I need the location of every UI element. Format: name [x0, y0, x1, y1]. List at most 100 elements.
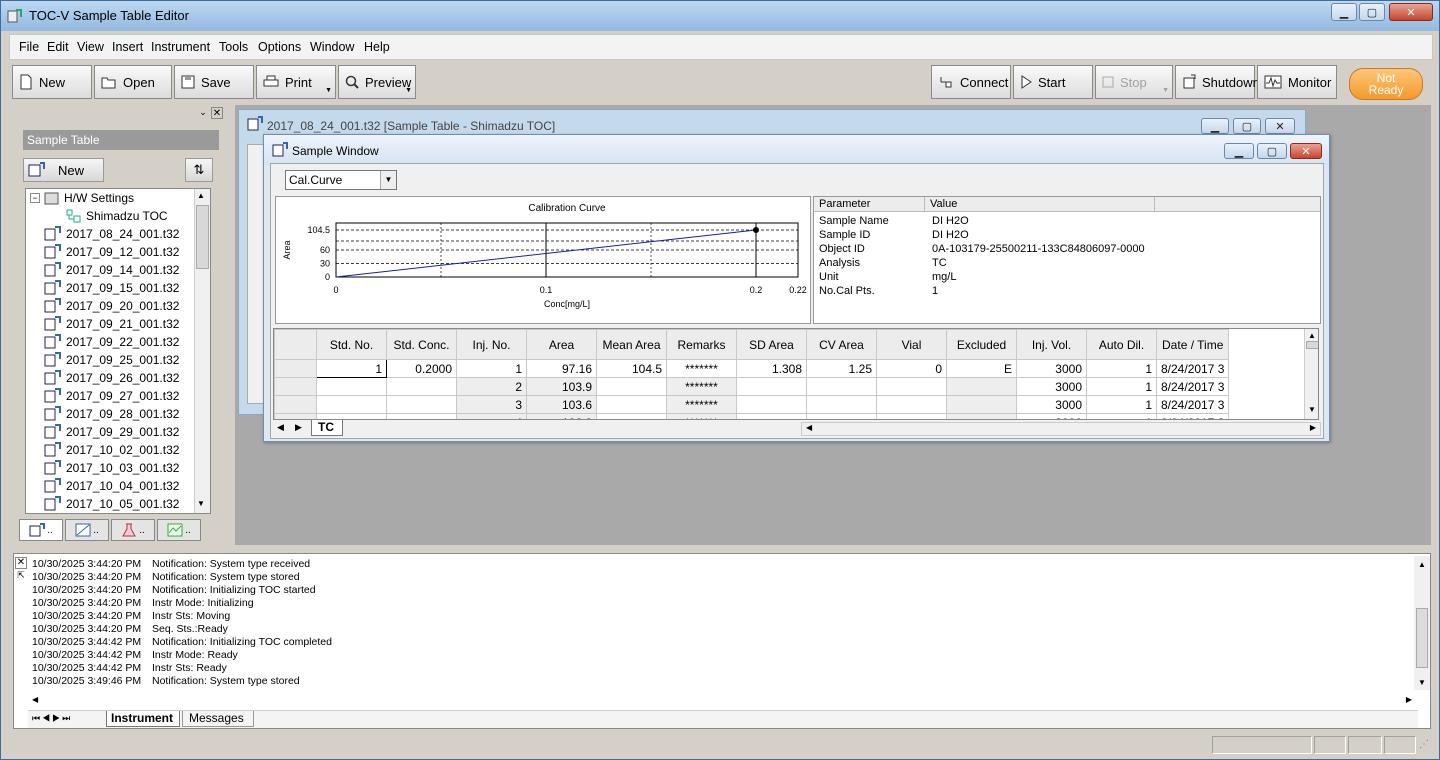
table-cell[interactable] [876, 395, 947, 414]
view-select[interactable]: Cal.Curve ▼ [285, 170, 397, 190]
scroll-down-icon[interactable]: ▼ [1418, 678, 1426, 687]
row-header[interactable] [274, 395, 317, 414]
table-row[interactable]: 2 103.9 ******* 3000 1 8/24/2017 3 [274, 377, 1230, 396]
menu-options[interactable]: Options [258, 40, 301, 54]
table-cell[interactable] [806, 395, 877, 414]
table-cell[interactable]: 3 [456, 395, 527, 414]
tree-item-hw-settings[interactable]: − H/W Settings [30, 189, 134, 207]
log-hscrollbar[interactable]: ◀ ▶ [28, 694, 1414, 708]
monitor-button[interactable]: Monitor [1257, 65, 1337, 99]
table-cell[interactable] [736, 395, 807, 414]
table-cell[interactable]: 1 [1086, 395, 1157, 414]
tab-scroll-left-icon[interactable]: ◀ [277, 422, 284, 433]
save-button[interactable]: Save [174, 65, 254, 99]
table-cell[interactable]: 3000 [1016, 359, 1087, 378]
tab-sample-tables[interactable]: .. [19, 519, 63, 541]
column-header[interactable]: Vial [876, 329, 947, 360]
maximize-button[interactable]: ▢ [1359, 3, 1385, 21]
scroll-right-icon[interactable]: ▶ [1406, 695, 1412, 704]
table-cell[interactable]: 3000 [1016, 377, 1087, 396]
table-cell[interactable] [876, 377, 947, 396]
tree-item-file[interactable]: 2017_09_29_001.t32 [44, 423, 179, 441]
tab-scroll-right-icon[interactable]: ▶ [295, 422, 302, 433]
scroll-left-icon[interactable]: ◀ [806, 423, 812, 432]
table-cell[interactable]: 8/24/2017 3 [1155, 377, 1230, 396]
table-cell[interactable]: 104.5 [596, 359, 667, 378]
grid-hscrollbar[interactable]: ◀ ▶ [801, 422, 1321, 436]
scroll-right-icon[interactable]: ▶ [1310, 423, 1316, 432]
log-tab-instrument[interactable]: Instrument [106, 711, 180, 727]
tree-item-file[interactable]: 2017_09_22_001.t32 [44, 333, 179, 351]
table-cell[interactable]: 8/24/2017 3 [1155, 395, 1230, 414]
tree-item-file[interactable]: 2017_09_14_001.t32 [44, 261, 179, 279]
column-header[interactable]: Date / Time [1155, 329, 1230, 360]
table-cell[interactable] [316, 395, 387, 414]
table-cell[interactable]: 1.308 [736, 359, 807, 378]
tree-item-file[interactable]: 2017_09_15_001.t32 [44, 279, 179, 297]
open-button[interactable]: Open [94, 65, 172, 99]
table-cell[interactable]: 103.6 [526, 395, 597, 414]
tree-item-file[interactable]: 2017_10_02_001.t32 [44, 441, 179, 459]
table-cell[interactable]: ******* [666, 395, 737, 414]
dropdown-arrow-icon[interactable]: ▼ [380, 171, 396, 189]
table-cell[interactable]: 0 [876, 359, 947, 378]
sample-window-close-button[interactable]: ✕ [1290, 143, 1322, 159]
tree-item-file[interactable]: 2017_09_12_001.t32 [44, 243, 179, 261]
tree-item-file[interactable]: 2017_10_05_001.t32 [44, 495, 179, 513]
column-header[interactable]: SD Area [736, 329, 807, 360]
tree-item-file[interactable]: 2017_10_03_001.t32 [44, 459, 179, 477]
table-cell[interactable] [596, 395, 667, 414]
scroll-thumb[interactable] [196, 205, 209, 269]
column-header[interactable]: Std. No. [316, 329, 387, 360]
panel-close-icon[interactable]: ✕ [211, 107, 223, 119]
menu-file[interactable]: File [19, 40, 39, 54]
column-header[interactable]: Excluded [946, 329, 1017, 360]
column-header[interactable]: CV Area [806, 329, 877, 360]
menu-edit[interactable]: Edit [47, 40, 69, 54]
table-cell[interactable]: 1 [1086, 359, 1157, 378]
table-cell[interactable]: 1.25 [806, 359, 877, 378]
start-button[interactable]: Start [1013, 65, 1093, 99]
scroll-up-icon[interactable]: ▲ [1308, 331, 1316, 340]
tree-item-file[interactable]: 2017_09_27_001.t32 [44, 387, 179, 405]
scroll-left-icon[interactable]: ◀ [32, 695, 38, 704]
tree-item-file[interactable]: 2017_10_04_001.t32 [44, 477, 179, 495]
table-cell[interactable] [806, 377, 877, 396]
table-cell[interactable] [316, 377, 387, 396]
collapse-icon[interactable]: − [30, 193, 40, 203]
scroll-up-icon[interactable]: ▲ [1418, 560, 1426, 569]
calibration-point[interactable] [753, 226, 759, 233]
tree-item-file[interactable]: 2017_09_26_001.t32 [44, 369, 179, 387]
shutdown-button[interactable]: Shutdown [1175, 65, 1260, 99]
tree-item-file[interactable]: 2017_08_24_001.t32 [44, 225, 179, 243]
table-cell[interactable] [386, 377, 457, 396]
tab-more[interactable] [203, 519, 215, 541]
tree-item-file[interactable]: 2017_09_21_001.t32 [44, 315, 179, 333]
table-cell[interactable]: 97.16 [526, 359, 597, 378]
log-tab-messages[interactable]: Messages [182, 711, 254, 727]
print-button[interactable]: Print ▼ [256, 65, 336, 99]
scroll-down-icon[interactable]: ▼ [1308, 405, 1316, 414]
tree-item-file[interactable]: 2017_09_20_001.t32 [44, 297, 179, 315]
column-header[interactable]: Std. Conc. [386, 329, 457, 360]
table-row[interactable]: 1 0.2000 1 97.16 104.5 ******* 1.308 1.25 0 E 3000… [274, 359, 1230, 378]
table-cell[interactable]: E [946, 359, 1017, 378]
log-pin-icon[interactable]: ⇱ [15, 570, 27, 582]
grid-vscrollbar[interactable]: ▲ ▼ [1304, 329, 1318, 419]
window-close-button[interactable]: ✕ [1265, 118, 1295, 134]
scroll-down-icon[interactable]: ▼ [197, 499, 205, 508]
sample-window-minimize-button[interactable]: ▁ [1224, 143, 1254, 159]
table-cell[interactable]: ******* [666, 377, 737, 396]
column-header[interactable]: Inj. Vol. [1016, 329, 1087, 360]
table-cell[interactable]: ******* [666, 359, 737, 378]
sample-window-maximize-button[interactable]: ▢ [1257, 143, 1287, 159]
table-cell[interactable] [736, 377, 807, 396]
table-cell[interactable]: 3000 [1016, 395, 1087, 414]
column-header[interactable]: Inj. No. [456, 329, 527, 360]
tree-item-file[interactable]: 2017_09_25_001.t32 [44, 351, 179, 369]
table-row[interactable]: 3 103.6 ******* 3000 1 8/24/2017 3 [274, 395, 1230, 414]
table-cell[interactable] [386, 395, 457, 414]
close-button[interactable]: ✕ [1389, 3, 1433, 21]
log-close-icon[interactable]: ✕ [15, 557, 27, 569]
table-cell[interactable]: 1 [1086, 377, 1157, 396]
